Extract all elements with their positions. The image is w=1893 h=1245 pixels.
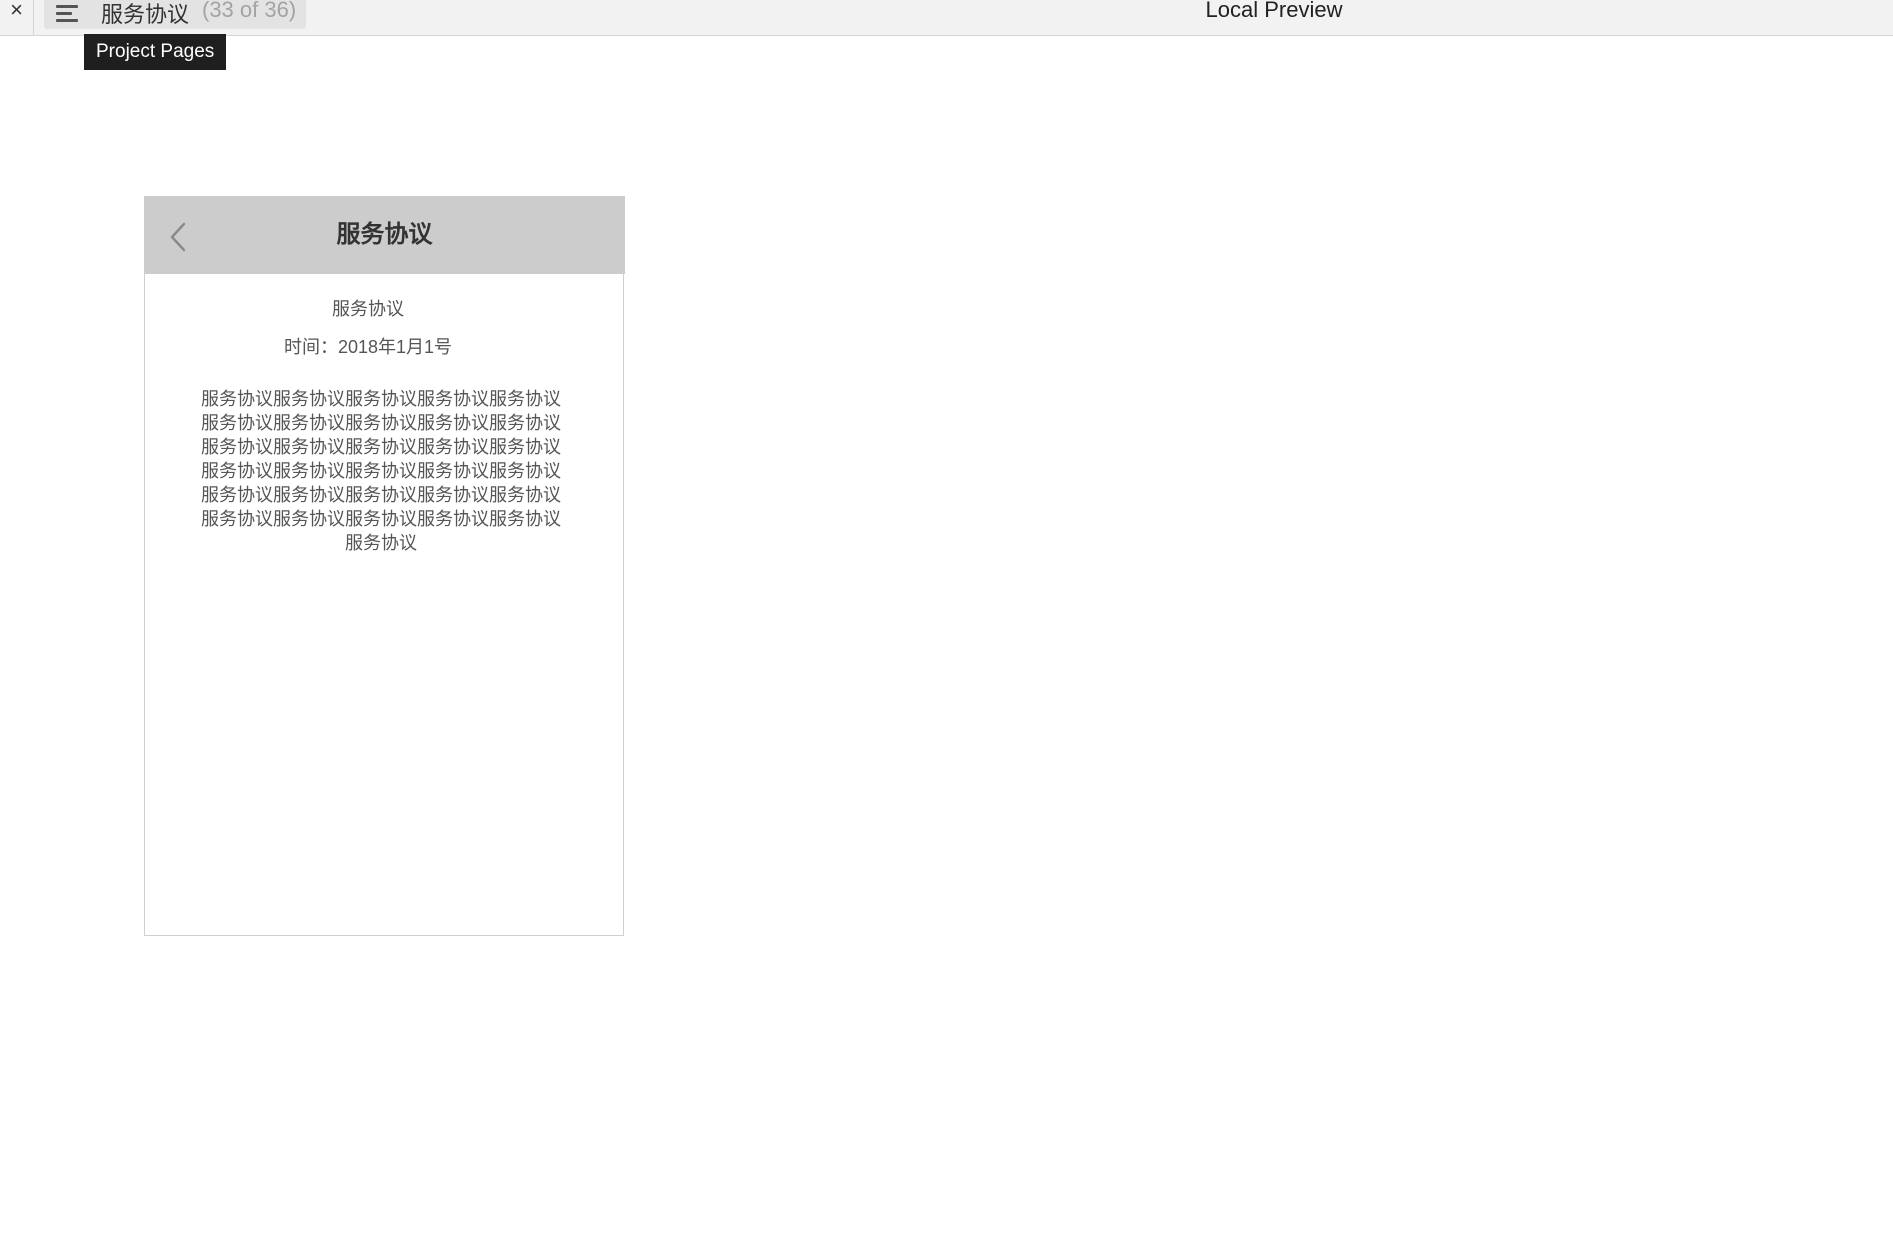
page-selector[interactable]: 服务协议 (33 of 36) <box>44 0 306 29</box>
header-title: 服务协议 <box>336 221 433 248</box>
document-body: 服务协议服务协议服务协议服务协议服务协议服务协议服务协议服务协议服务协议服务协议… <box>201 389 561 553</box>
current-page-name: 服务协议 <box>101 2 190 27</box>
page-count: (33 of 36) <box>202 0 297 22</box>
app-title: Local Preview <box>1205 0 1343 22</box>
menu-icon <box>56 3 80 25</box>
phone-frame: 服务协议 服务协议 时间：2018年1月1号 服务协议服务协议服务协议服务协议服… <box>144 196 625 936</box>
preview-toolbar: × 服务协议 (33 of 36) Local Preview <box>0 0 1893 36</box>
document-date: 时间：2018年1月1号 <box>283 337 453 357</box>
document-title: 服务协议 <box>332 299 404 319</box>
phone-header: 服务协议 <box>144 196 625 274</box>
close-icon: × <box>10 0 23 22</box>
project-pages-tooltip: Project Pages <box>84 34 227 70</box>
close-button[interactable]: × <box>0 0 34 36</box>
